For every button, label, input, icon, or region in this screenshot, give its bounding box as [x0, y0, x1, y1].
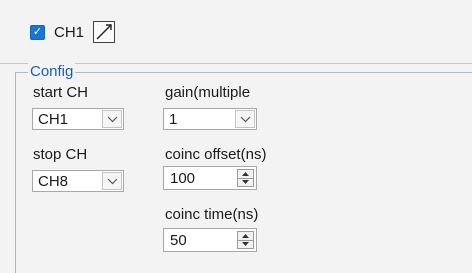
spin-up-button[interactable] — [238, 170, 253, 179]
spin-arrows-icon[interactable] — [237, 231, 254, 249]
coinc-offset-label: coinc offset(ns) — [165, 146, 267, 163]
coinc-time-label: coinc time(ns) — [165, 206, 259, 223]
config-title: Config — [28, 63, 76, 81]
config-group: Config start CH CH1 stop CH CH8 gain(mul… — [15, 63, 472, 273]
stop-ch-select[interactable]: CH8 — [32, 170, 124, 192]
gain-value: 1 — [169, 110, 178, 128]
gain-select[interactable]: 1 — [163, 108, 257, 130]
chevron-down-icon[interactable] — [235, 110, 255, 128]
spin-down-button[interactable] — [238, 241, 253, 249]
stop-ch-value: CH8 — [38, 172, 69, 190]
start-ch-label: start CH — [33, 84, 89, 101]
chevron-down-icon[interactable] — [102, 110, 122, 128]
coinc-offset-spinbox[interactable]: 100 — [163, 166, 257, 190]
start-ch-select[interactable]: CH1 — [32, 108, 124, 130]
coinc-time-value: 50 — [170, 231, 187, 249]
checkmark-icon: ✓ — [32, 25, 43, 38]
chart-button[interactable] — [93, 21, 116, 43]
ch1-label: CH1 — [54, 23, 85, 41]
spin-arrows-icon[interactable] — [237, 169, 254, 187]
channel-row: ✓ CH1 — [30, 21, 116, 43]
spin-up-button[interactable] — [238, 232, 253, 241]
line-chart-icon — [96, 24, 112, 40]
gain-label: gain(multiple — [165, 84, 251, 101]
spin-down-button[interactable] — [238, 179, 253, 187]
coinc-offset-value: 100 — [170, 169, 196, 187]
chevron-down-icon[interactable] — [102, 172, 122, 190]
start-ch-value: CH1 — [38, 110, 69, 128]
stop-ch-label: stop CH — [33, 146, 88, 163]
coinc-time-spinbox[interactable]: 50 — [163, 228, 257, 252]
ch1-checkbox[interactable]: ✓ — [30, 24, 45, 40]
